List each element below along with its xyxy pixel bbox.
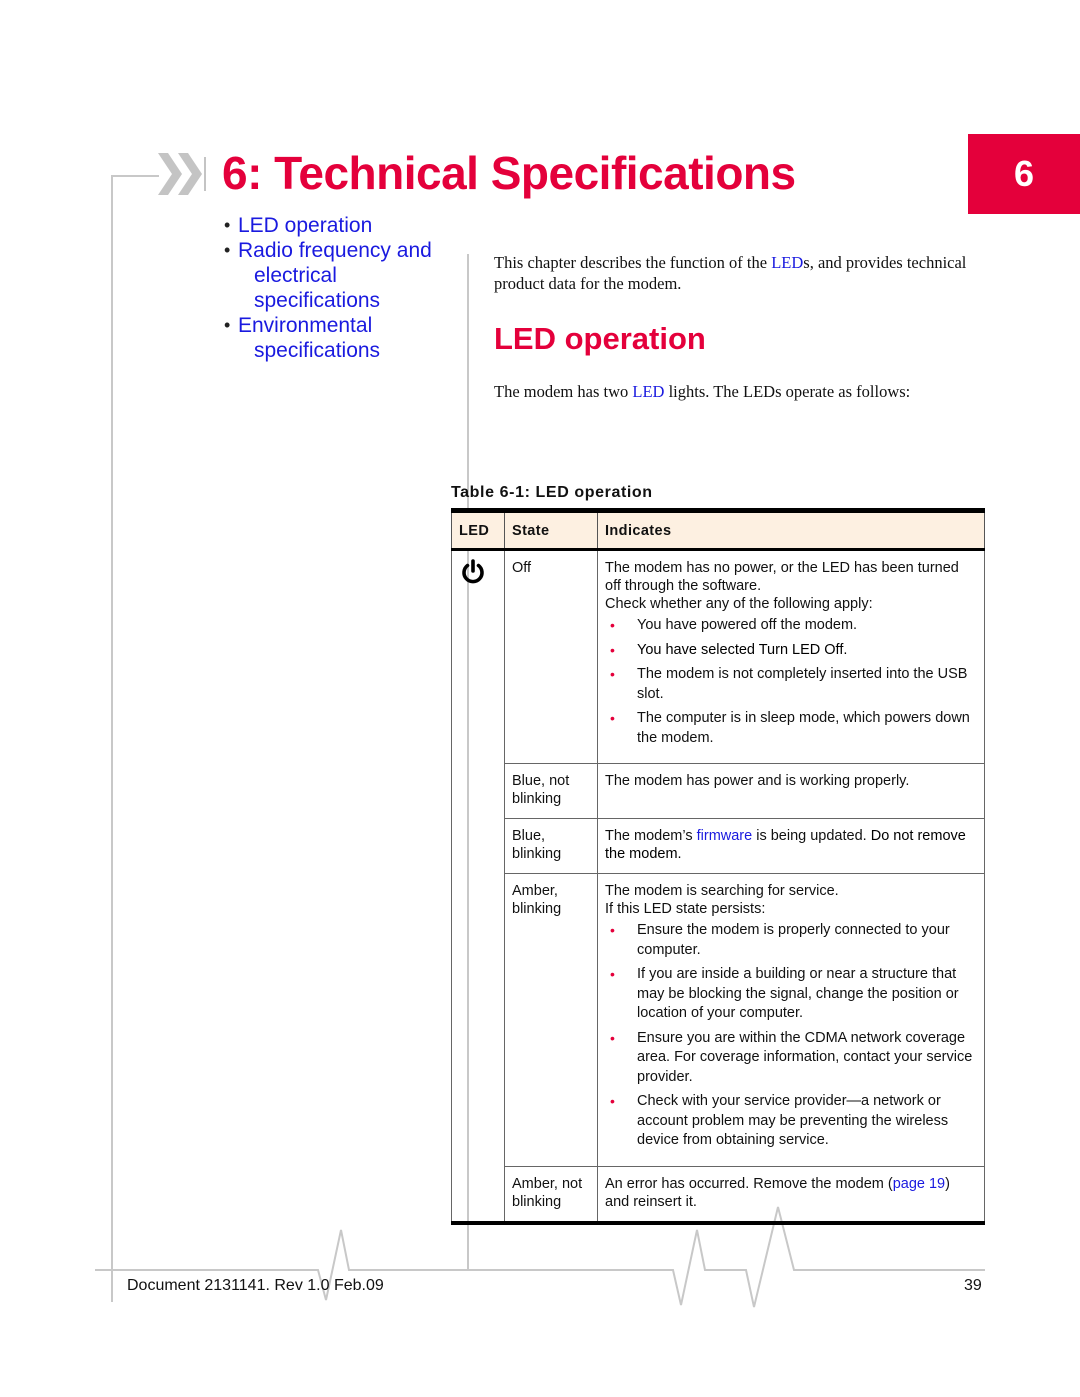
section-heading: LED operation: [494, 321, 706, 356]
list-item-text: You have powered off the modem.: [637, 617, 858, 633]
list-item-text: You have selected Turn LED Off.: [637, 641, 848, 658]
led-glossary-link[interactable]: LED: [771, 253, 803, 272]
list-item-text: Check with your service provider—a netwo…: [637, 1093, 949, 1148]
bullet-icon: •: [610, 966, 615, 982]
table-caption: Table 6-1: LED operation: [451, 484, 653, 501]
list-item: • Ensure you are within the CDMA network …: [605, 1029, 977, 1088]
indicates-cell: The modem has no power, or the LED has b…: [597, 549, 985, 764]
indicates-text: Check whether any of the following apply…: [605, 596, 873, 612]
toc-link-line[interactable]: electrical: [238, 263, 462, 288]
toc-link-line[interactable]: Radio frequency and: [238, 238, 462, 263]
list-item: • You have powered off the modem.: [605, 616, 977, 636]
toc-link-line[interactable]: Environmental: [238, 313, 462, 338]
led-cell: [451, 873, 505, 1166]
list-item: • Check with your service provider—a netw…: [605, 1092, 977, 1151]
section-paragraph: The modem has two LED lights. The LEDs o…: [494, 381, 994, 402]
indicates-text: The modem has no power, or the LED has b…: [605, 560, 959, 594]
toc-item-led-operation[interactable]: • LED operation: [222, 213, 462, 238]
state-cell: Off: [504, 549, 598, 764]
bullet-icon: •: [610, 666, 615, 682]
chevron-double-icon: [158, 153, 206, 195]
chapter-tab-number: 6: [1013, 153, 1035, 194]
state-cell: Amber, not blinking: [504, 1165, 598, 1225]
bullet-icon: •: [610, 1093, 615, 1109]
toc-link-line[interactable]: LED operation: [238, 213, 462, 238]
table-header-row: LED State Indicates: [451, 508, 985, 551]
indicates-text: The modem has power and is working prope…: [605, 773, 910, 789]
chapter-title: 6: Technical Specifications: [222, 147, 796, 199]
bullet-icon: •: [610, 1029, 615, 1046]
bullet-icon: •: [224, 240, 231, 260]
toc-link-line[interactable]: specifications: [238, 338, 462, 363]
state-cell: Amber, blinking: [504, 873, 598, 1167]
left-margin-rule: [111, 175, 113, 1302]
state-cell: Blue, not blinking: [504, 763, 598, 819]
chapter-toc: • LED operation • Radio frequency and el…: [222, 213, 462, 363]
led-cell: [451, 549, 505, 764]
para-text: The modem has two: [494, 382, 633, 401]
table-row: Blue, blinking The modem’s firmware is b…: [451, 818, 985, 874]
page-reference-link[interactable]: page 19: [893, 1176, 945, 1192]
list-item: • The computer is in sleep mode, which po…: [605, 709, 977, 748]
state-cell: Blue, blinking: [504, 818, 598, 874]
footer-document-info: Document 2131141. Rev 1.0 Feb.09: [127, 1277, 384, 1294]
indicates-text: The modem is searching for service.: [605, 883, 839, 899]
bullet-icon: •: [610, 617, 615, 633]
list-item-text: If you are inside a building or near a s…: [637, 966, 959, 1021]
list-item-text: Ensure you are within the CDMA network c…: [637, 1029, 973, 1085]
table-row: Amber, not blinking An error has occurre…: [451, 1165, 985, 1225]
table-row: Blue, not blinking The modem has power a…: [451, 763, 985, 819]
para-text: lights. The LEDs operate as follows:: [664, 382, 911, 401]
header-state: State: [504, 508, 598, 551]
list-item: • The modem is not completely inserted in…: [605, 665, 977, 704]
header-indicates: Indicates: [597, 508, 985, 551]
indicates-text: is being updated.: [752, 828, 871, 844]
led-cell: [451, 1166, 505, 1225]
toc-item-radio-frequency[interactable]: • Radio frequency and electrical specifi…: [222, 238, 462, 313]
bullet-icon: •: [610, 641, 615, 658]
intro-text: This chapter describes the function of t…: [494, 253, 772, 272]
bullet-icon: •: [610, 922, 615, 938]
table-row: Off The modem has no power, or the LED h…: [451, 549, 985, 764]
indicates-cell: An error has occurred. Remove the modem …: [597, 1165, 985, 1225]
led-cell: [451, 763, 505, 819]
header-rule: [111, 175, 159, 177]
indicates-cell: The modem has power and is working prope…: [597, 763, 985, 819]
indicates-cell: The modem’s firmware is being updated. D…: [597, 818, 985, 874]
chapter-tab: 6: [968, 134, 1080, 214]
bullet-list: • Ensure the modem is properly connected …: [605, 921, 977, 1151]
list-item: • If you are inside a building or near a …: [605, 965, 977, 1024]
list-item-text: The modem is not completely inserted int…: [637, 666, 968, 702]
led-glossary-link[interactable]: LED: [632, 382, 664, 401]
indicates-text: An error has occurred. Remove the modem …: [605, 1175, 893, 1192]
table-row: Amber, blinking The modem is searching f…: [451, 873, 985, 1167]
led-operation-table: LED State Indicates Off The modem has no…: [451, 508, 985, 1225]
intro-paragraph: This chapter describes the function of t…: [494, 252, 994, 294]
header-led: LED: [451, 508, 505, 551]
toc-link-line[interactable]: specifications: [238, 288, 462, 313]
list-item: • Ensure the modem is properly connected …: [605, 921, 977, 960]
list-item: • You have selected Turn LED Off.: [605, 641, 977, 661]
footer-page-number: 39: [964, 1277, 982, 1294]
bullet-icon: •: [224, 215, 231, 235]
indicates-text: The modem’s: [605, 828, 697, 844]
list-item-text: Ensure the modem is properly connected t…: [637, 922, 950, 958]
toc-item-environmental[interactable]: • Environmental specifications: [222, 313, 462, 363]
list-item-text: The computer is in sleep mode, which pow…: [637, 710, 970, 746]
power-icon: [462, 559, 484, 584]
bullet-icon: •: [610, 710, 615, 726]
indicates-text: If this LED state persists:: [605, 901, 766, 917]
bullet-icon: •: [224, 315, 231, 335]
led-cell: [451, 818, 505, 874]
bullet-list: • You have powered off the modem. • You ha…: [605, 616, 977, 748]
firmware-glossary-link[interactable]: firmware: [697, 828, 753, 844]
indicates-cell: The modem is searching for service. If t…: [597, 873, 985, 1167]
